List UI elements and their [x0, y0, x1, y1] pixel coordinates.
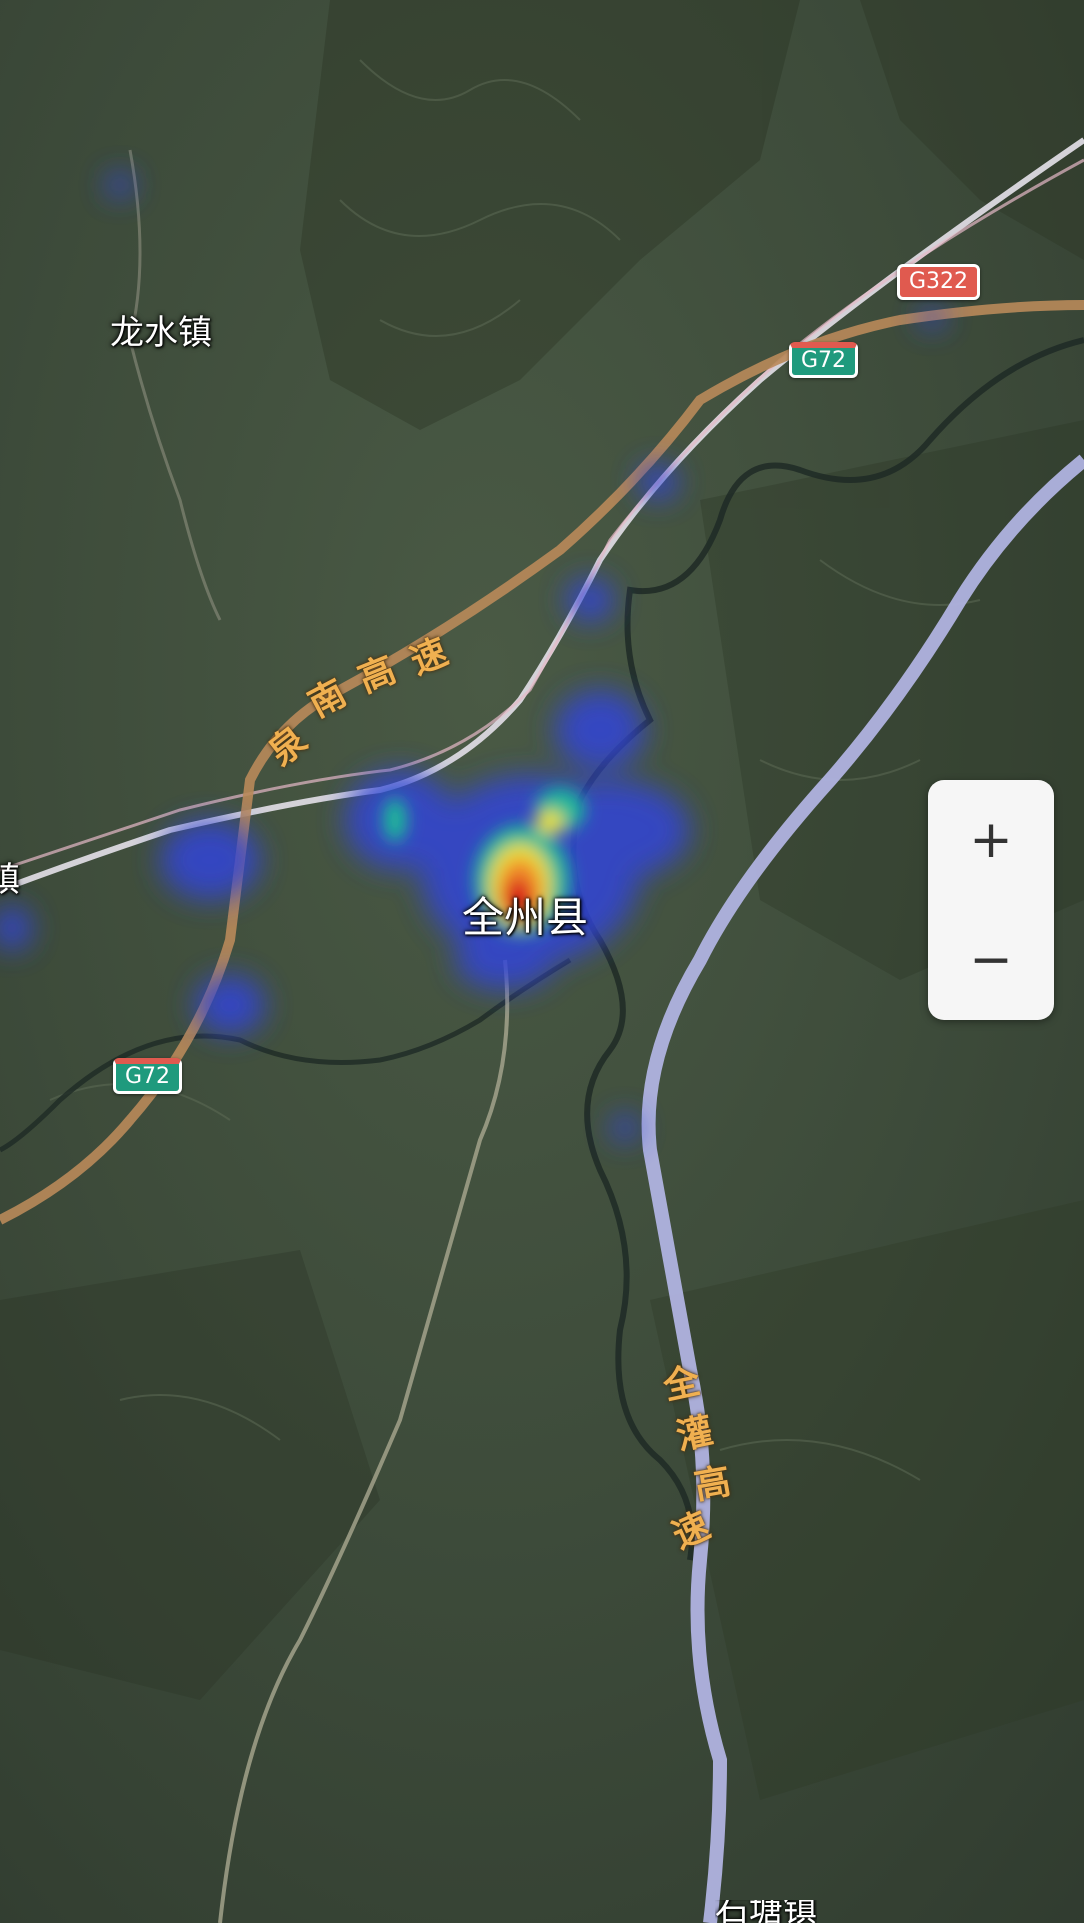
place-label-quanzhou: 全州县	[462, 893, 589, 942]
place-label-left-edge: 镇	[0, 860, 20, 900]
zoom-control: + −	[928, 780, 1054, 1020]
place-label-longshui: 龙水镇	[110, 313, 212, 353]
zoom-in-button[interactable]: +	[928, 780, 1054, 900]
zoom-out-button[interactable]: −	[928, 900, 1054, 1020]
shield-g72-top: G72	[789, 342, 859, 378]
shield-g72-left: G72	[113, 1058, 183, 1094]
map-canvas[interactable]: 龙水镇 全州县 镇 石塘镇 G322 G72 G72 泉 南 高 速 全 灌 高…	[0, 0, 1084, 1923]
place-label-bottom-town: 石塘镇	[715, 1900, 817, 1923]
shield-g322: G322	[897, 264, 981, 300]
